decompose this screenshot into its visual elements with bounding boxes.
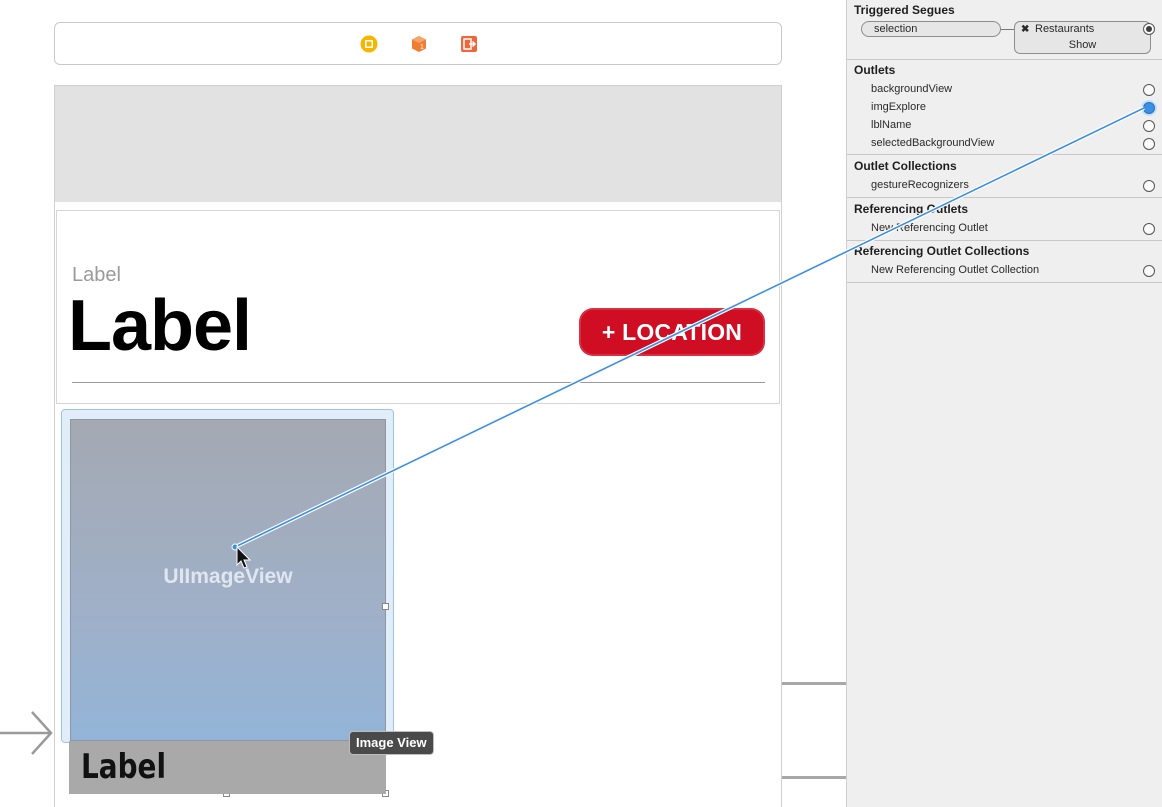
segue-source-pill[interactable]: selection — [861, 21, 1001, 37]
outlet-selected-background-view: selectedBackgroundView — [871, 137, 995, 149]
outlet-collection-gesture-recognizers: gestureRecognizers — [871, 179, 969, 191]
view-controller-icon[interactable] — [360, 35, 378, 53]
referencing-outlet-well[interactable] — [1143, 223, 1155, 235]
section-title-referencing-outlet-collections: Referencing Outlet Collections — [854, 244, 1030, 258]
section-divider — [847, 154, 1162, 155]
outlet-well[interactable] — [1143, 138, 1155, 150]
outlet-background-view: backgroundView — [871, 83, 953, 95]
scene-dock: 1 — [54, 22, 782, 65]
navigation-bar[interactable] — [54, 85, 782, 202]
segue-destination[interactable]: ✖ Restaurants Show — [1014, 21, 1151, 54]
remove-connection-icon[interactable]: ✖ — [1021, 24, 1029, 35]
outlet-well[interactable] — [1143, 84, 1155, 96]
header-separator — [72, 382, 765, 383]
image-view-caption: UIImageView — [163, 565, 293, 588]
svg-text:1: 1 — [420, 44, 424, 51]
connections-inspector: Triggered Segues selection ✖ Restaurants… — [846, 0, 1162, 807]
title-label[interactable]: Label — [68, 290, 252, 362]
referencing-outlet-collection-well[interactable] — [1143, 265, 1155, 277]
section-title-outlets: Outlets — [854, 63, 896, 77]
segue-destination-name: Restaurants — [1035, 23, 1095, 35]
segue-well[interactable] — [1143, 23, 1155, 35]
scene-connector — [782, 776, 846, 779]
section-divider — [847, 59, 1162, 60]
entry-point-arrow-icon[interactable] — [0, 708, 56, 758]
new-referencing-outlet-collection: New Referencing Outlet Collection — [871, 264, 1040, 276]
segue-connector — [1001, 29, 1014, 30]
outlet-collection-well[interactable] — [1143, 180, 1155, 192]
storyboard-canvas[interactable]: 1 Label Label + LOCATION UIImageView Lab… — [0, 0, 846, 807]
new-referencing-outlet: New Referencing Outlet — [871, 222, 988, 234]
tooltip: Image View — [349, 731, 434, 755]
outlet-img-explore: imgExplore — [871, 101, 927, 113]
bottom-label-text: Label — [81, 747, 167, 787]
section-divider — [847, 282, 1162, 283]
section-divider — [847, 197, 1162, 198]
section-title-referencing-outlets: Referencing Outlets — [854, 202, 969, 216]
bottom-label[interactable]: Label — [69, 741, 386, 794]
section-divider — [847, 240, 1162, 241]
outlet-well[interactable] — [1143, 120, 1155, 132]
exit-icon[interactable] — [460, 35, 478, 53]
section-title-outlet-collections: Outlet Collections — [854, 159, 957, 173]
scene-connector — [782, 682, 846, 685]
first-responder-icon[interactable]: 1 — [410, 35, 428, 53]
subtitle-label[interactable]: Label — [72, 264, 121, 287]
image-view[interactable]: UIImageView — [70, 419, 386, 741]
location-button[interactable]: + LOCATION — [579, 308, 765, 356]
resize-handle-right[interactable] — [382, 603, 389, 610]
segue-kind: Show — [1068, 39, 1097, 51]
outlet-well-active[interactable] — [1143, 102, 1155, 114]
outlet-lbl-name: lblName — [871, 119, 912, 131]
section-title-triggered-segues: Triggered Segues — [854, 3, 955, 17]
